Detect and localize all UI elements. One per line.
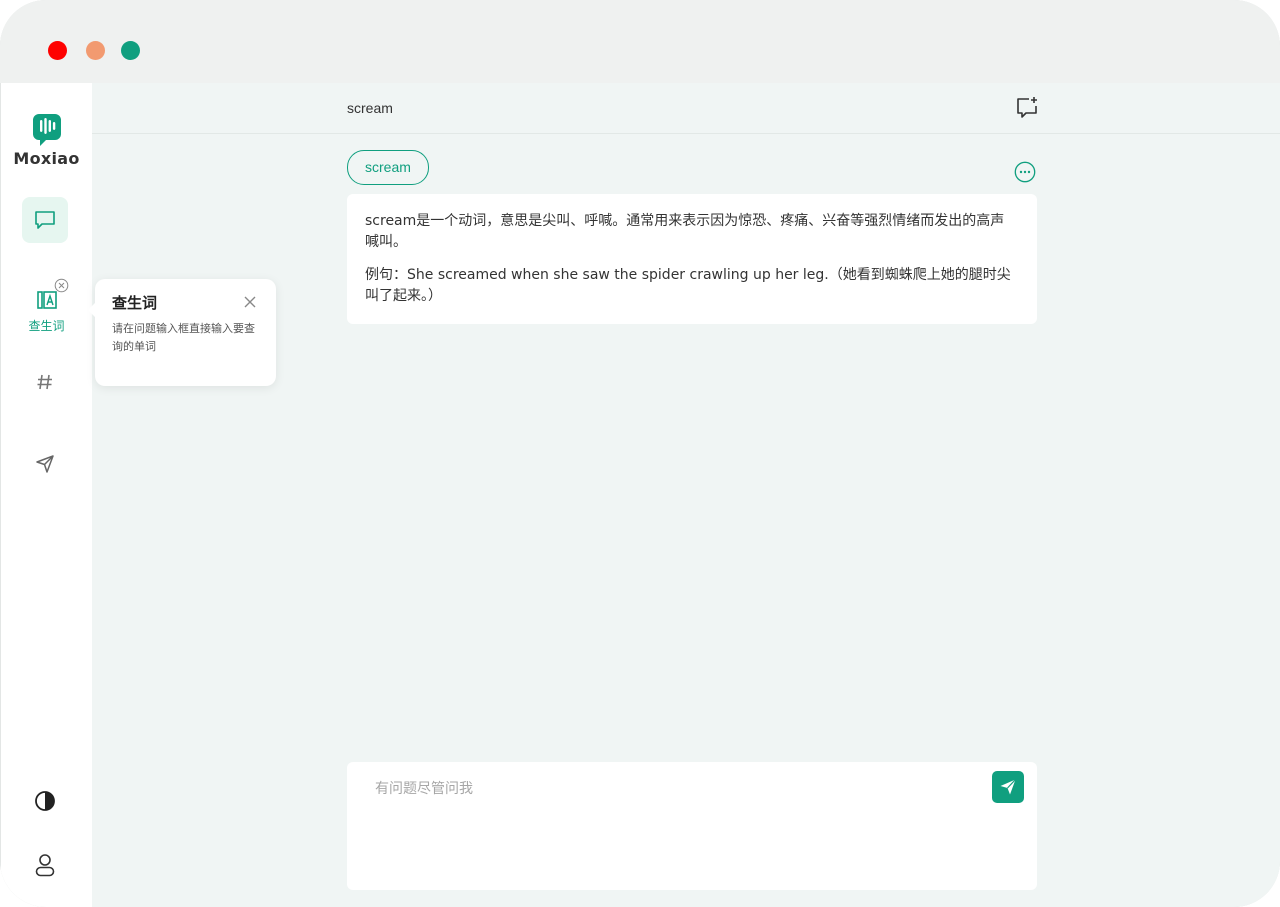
chat-main: scream scream scream是一个动词，意思是尖叫、呼喊。通常用来表… xyxy=(92,83,1280,907)
message-composer xyxy=(347,762,1037,890)
logo-icon xyxy=(32,114,61,146)
sidebar: Moxiao 查生词 xyxy=(1,83,92,907)
minimize-window-button[interactable] xyxy=(86,41,105,60)
tooltip-description: 请在问题输入框直接输入要查询的单词 xyxy=(112,322,255,353)
close-window-button[interactable] xyxy=(48,41,67,60)
message-input[interactable] xyxy=(373,776,977,802)
app-window: Moxiao 查生词 scream scream scream是一个动词，意思是… xyxy=(0,0,1280,907)
more-options-icon[interactable] xyxy=(1014,161,1036,183)
conversation-title: scream xyxy=(347,100,393,116)
assistant-answer: scream是一个动词，意思是尖叫、呼喊。通常用来表示因为惊恐、疼痛、兴奋等强烈… xyxy=(347,194,1037,324)
maximize-window-button[interactable] xyxy=(121,41,140,60)
contrast-icon xyxy=(35,791,55,811)
chat-icon xyxy=(35,211,55,229)
user-icon xyxy=(35,854,55,877)
paper-plane-icon xyxy=(36,455,54,473)
sidebar-item-share[interactable] xyxy=(34,453,56,479)
vocab-tooltip: 查生词 请在问题输入框直接输入要查询的单词 xyxy=(88,279,276,386)
answer-example: 例句：She screamed when she saw the spider … xyxy=(365,267,1011,304)
chat-header: scream xyxy=(92,83,1280,134)
send-icon xyxy=(1000,779,1016,795)
theme-toggle-button[interactable] xyxy=(34,790,56,816)
remove-badge-icon[interactable] xyxy=(54,278,69,293)
app-name: Moxiao xyxy=(13,149,80,168)
sidebar-item-topics[interactable] xyxy=(34,371,56,398)
user-profile-button[interactable] xyxy=(34,853,56,881)
answer-definition: scream是一个动词，意思是尖叫、呼喊。通常用来表示因为惊恐、疼痛、兴奋等强烈… xyxy=(365,213,1005,250)
send-button[interactable] xyxy=(992,771,1024,803)
sidebar-item-vocab[interactable]: 查生词 xyxy=(1,278,92,334)
tooltip-title: 查生词 xyxy=(112,294,158,312)
sidebar-item-vocab-label: 查生词 xyxy=(28,319,65,333)
app-logo: Moxiao xyxy=(1,113,92,168)
user-query-bubble: scream xyxy=(347,150,429,185)
sidebar-item-chat[interactable] xyxy=(22,197,68,243)
title-bar xyxy=(0,0,1280,83)
close-icon[interactable] xyxy=(243,295,257,309)
new-chat-icon[interactable] xyxy=(1015,95,1039,119)
hashtag-icon xyxy=(37,374,52,390)
